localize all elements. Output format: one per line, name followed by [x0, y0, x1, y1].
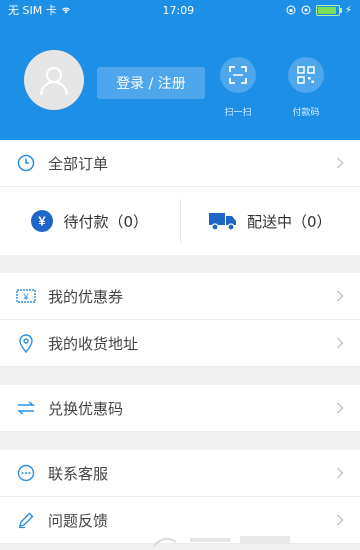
- section-gap: [0, 432, 360, 450]
- coupons-row[interactable]: ¥ 我的优惠券: [0, 273, 360, 320]
- coupons-label: 我的优惠券: [48, 287, 124, 306]
- all-orders-label: 全部订单: [48, 154, 109, 173]
- pencil-icon: [19, 512, 34, 529]
- chevron-right-icon: [337, 337, 344, 349]
- scan-icon: [229, 66, 247, 84]
- location-pin-icon: [19, 334, 33, 353]
- profile-header: 无 SIM 卡 17:09 ⚡ 登录 / 注册 扫一扫 付款码: [0, 0, 360, 140]
- watermark: [150, 532, 350, 550]
- scan-label: 扫一扫: [224, 108, 252, 118]
- chevron-right-icon: [337, 290, 344, 302]
- svg-text:¥: ¥: [22, 292, 29, 302]
- shipping-item[interactable]: 配送中（0）: [181, 211, 360, 232]
- section-gap: [0, 255, 360, 273]
- chevron-right-icon: [337, 467, 344, 479]
- avatar[interactable]: [24, 50, 84, 110]
- qr-code-icon: [297, 66, 315, 84]
- address-label: 我的收货地址: [48, 334, 139, 353]
- battery-icon: [315, 4, 342, 16]
- carrier-label: 无 SIM 卡: [8, 4, 57, 17]
- feedback-label: 问题反馈: [48, 511, 109, 530]
- wifi-icon: [61, 7, 70, 14]
- order-status-bar: ¥ 待付款（0） 配送中（0）: [0, 187, 360, 255]
- address-row[interactable]: 我的收货地址: [0, 320, 360, 367]
- login-register-button[interactable]: 登录 / 注册: [97, 67, 205, 99]
- scan-button[interactable]: [220, 57, 256, 93]
- status-bar: 无 SIM 卡 17:09 ⚡: [0, 0, 360, 20]
- chat-bubble-icon: [17, 464, 35, 482]
- payment-code-label: 付款码: [292, 108, 320, 118]
- yen-icon: ¥: [31, 210, 54, 232]
- exchange-icon: [16, 401, 36, 415]
- customer-service-row[interactable]: 联系客服: [0, 450, 360, 497]
- location-icon: [301, 5, 311, 15]
- pending-payment-item[interactable]: ¥ 待付款（0）: [0, 210, 180, 232]
- redeem-code-label: 兑换优惠码: [48, 399, 124, 418]
- section-gap: [0, 367, 360, 385]
- all-orders-row[interactable]: 全部订单: [0, 140, 360, 187]
- charging-icon: ⚡: [344, 4, 352, 16]
- redeem-code-row[interactable]: 兑换优惠码: [0, 385, 360, 432]
- payment-code-button[interactable]: [288, 57, 324, 93]
- coupon-icon: ¥: [16, 289, 36, 303]
- customer-service-label: 联系客服: [48, 464, 109, 483]
- svg-text:¥: ¥: [39, 214, 47, 229]
- chevron-right-icon: [337, 402, 344, 414]
- user-icon: [40, 67, 68, 96]
- chevron-right-icon: [337, 157, 344, 169]
- clock-icon: [17, 154, 35, 172]
- pending-payment-label: 待付款（0）: [63, 212, 149, 231]
- chevron-right-icon: [337, 514, 344, 526]
- watermark-logo: [153, 536, 290, 547]
- shipping-label: 配送中（0）: [246, 212, 332, 231]
- clock: 17:09: [162, 3, 195, 17]
- orientation-lock-icon: [286, 5, 296, 15]
- truck-icon: [208, 213, 236, 231]
